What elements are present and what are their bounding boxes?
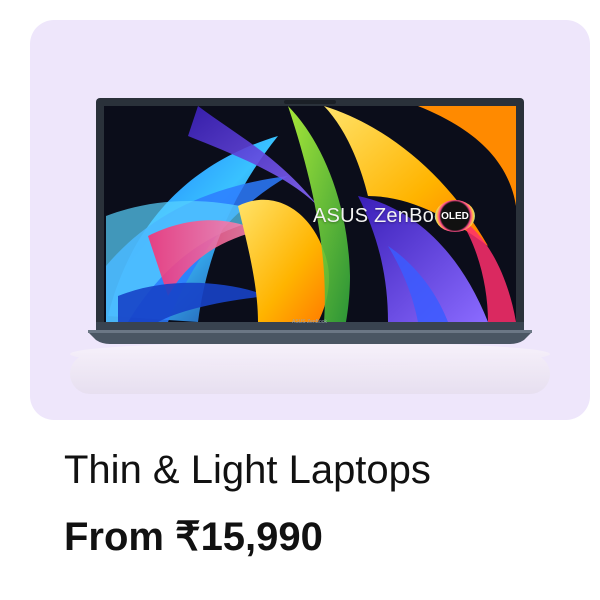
oled-badge-label: OLED (441, 210, 469, 222)
product-price: From ₹15,990 (64, 515, 323, 559)
product-title[interactable]: Thin & Light Laptops (64, 448, 431, 493)
laptop-hinge-text: ASUS ZenBook (292, 319, 328, 325)
product-image-panel[interactable]: ASUS ZenBook OLED ASUS ZenBook (30, 20, 590, 420)
oled-badge: OLED (435, 200, 475, 232)
product-card[interactable]: ASUS ZenBook OLED ASUS ZenBook Thin & Li… (0, 0, 600, 600)
